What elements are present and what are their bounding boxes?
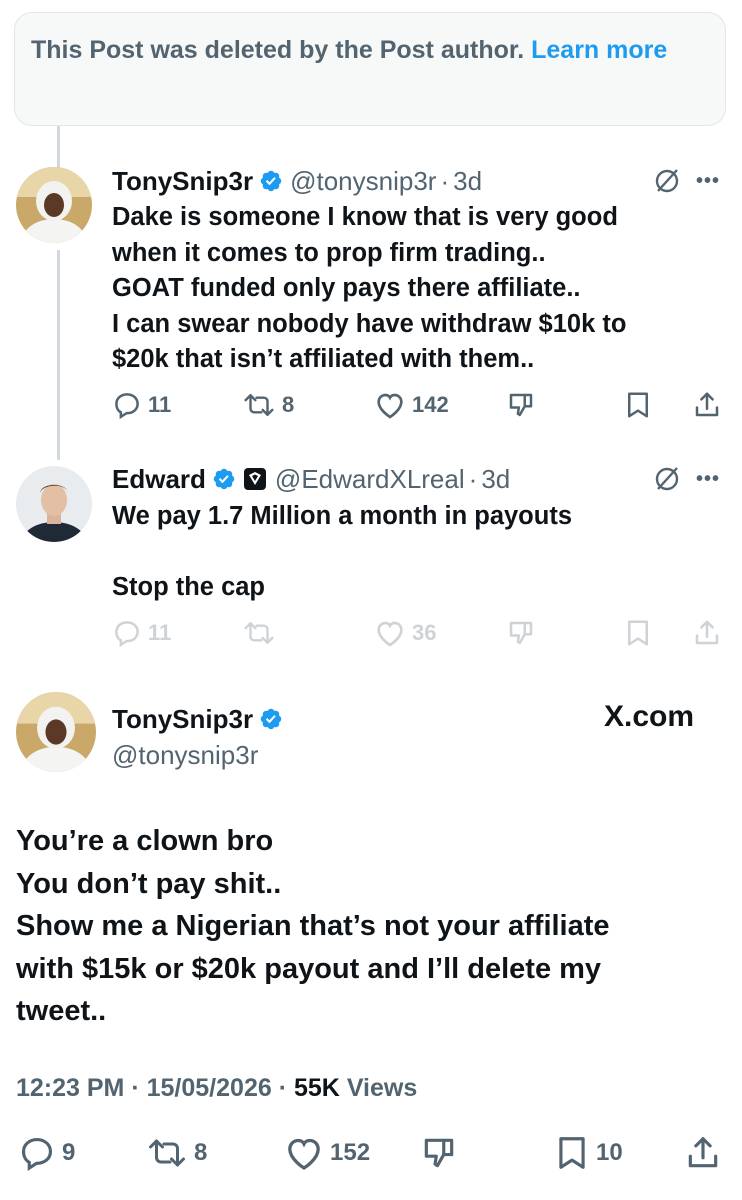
- thread-line-reply1: [57, 250, 60, 460]
- like-button[interactable]: 142: [374, 390, 449, 420]
- reply-button[interactable]: 9: [18, 1134, 75, 1172]
- downvote-button[interactable]: [420, 1134, 458, 1172]
- bookmark-count: 10: [596, 1139, 623, 1166]
- thread-line-top: [57, 126, 60, 168]
- bookmark-icon: [628, 392, 648, 418]
- avatar-tonysnip3r[interactable]: [16, 167, 92, 243]
- avatar-tonysnip3r-main[interactable]: [16, 692, 96, 772]
- reply1-body: Dake is someone I know that is very good…: [112, 203, 627, 373]
- separator-dot: ·: [468, 463, 478, 494]
- author-handle[interactable]: @tonysnip3r: [112, 740, 258, 771]
- reply1-header: TonySnip3r @tonysnip3r · 3d: [112, 164, 482, 198]
- like-count: 36: [412, 620, 437, 645]
- bookmark-button[interactable]: [624, 618, 652, 648]
- author-handle[interactable]: @tonysnip3r: [290, 166, 436, 197]
- heart-icon: [377, 621, 403, 647]
- post-time[interactable]: 3d: [481, 464, 510, 495]
- author-name[interactable]: TonySnip3r: [112, 704, 253, 735]
- repost-icon: [149, 1139, 185, 1167]
- reply-count: 11: [148, 392, 172, 417]
- main-post-header: TonySnip3r: [112, 702, 290, 736]
- post-meta: 12:23 PM · 15/05/2026 · 55K Views: [16, 1074, 417, 1103]
- bookmark-button[interactable]: 10: [554, 1134, 623, 1172]
- reply1-actions: 11 8 142: [0, 390, 742, 424]
- verified-badge-icon: [213, 468, 235, 490]
- post-date[interactable]: 15/05/2026: [147, 1074, 272, 1102]
- downvote-button[interactable]: [506, 618, 536, 648]
- repost-count: 8: [282, 392, 295, 417]
- deleted-notice-text: This Post was deleted by the Post author…: [31, 36, 525, 64]
- reply-icon: [115, 621, 139, 648]
- verified-badge-icon: [260, 170, 282, 192]
- bookmark-icon: [628, 620, 648, 646]
- verified-badge-icon: [260, 708, 282, 730]
- views-count: 55K: [293, 1074, 340, 1102]
- avatar-edward[interactable]: [16, 466, 92, 542]
- share-icon: [695, 392, 719, 417]
- deleted-post-notice: This Post was deleted by the Post author…: [14, 12, 726, 126]
- author-handle[interactable]: @EdwardXLreal: [275, 464, 465, 495]
- repost-button[interactable]: 8: [146, 1134, 207, 1172]
- repost-icon: [244, 394, 274, 416]
- bookmark-button[interactable]: [624, 390, 652, 420]
- like-button[interactable]: 36: [374, 618, 436, 648]
- downvote-icon: [509, 393, 533, 417]
- author-name[interactable]: Edward: [112, 464, 206, 495]
- heart-icon: [288, 1138, 320, 1170]
- reply-icon: [21, 1137, 53, 1171]
- share-icon: [695, 620, 719, 645]
- share-button[interactable]: [684, 1134, 722, 1172]
- more-icon[interactable]: •••: [696, 468, 720, 491]
- reply-count: 9: [62, 1139, 76, 1166]
- separator-dot: ·: [278, 1074, 294, 1102]
- share-icon: [688, 1137, 718, 1168]
- author-name[interactable]: TonySnip3r: [112, 166, 253, 197]
- repost-count: 8: [194, 1139, 208, 1166]
- learn-more-link[interactable]: Learn more: [531, 36, 667, 64]
- downvote-button[interactable]: [506, 390, 536, 420]
- share-button[interactable]: [692, 618, 722, 648]
- reply2-body: We pay 1.7 Million a month in payouts St…: [112, 502, 573, 601]
- views-label: Views: [346, 1074, 418, 1102]
- main-post-handle-row: @tonysnip3r: [112, 738, 258, 772]
- grok-icon[interactable]: [652, 166, 682, 196]
- post-time[interactable]: 3d: [453, 166, 482, 197]
- x-com-brand: X.com: [604, 700, 695, 733]
- heart-icon: [377, 393, 403, 419]
- repost-icon: [244, 622, 274, 644]
- post-time[interactable]: 12:23 PM: [16, 1074, 124, 1102]
- repost-button[interactable]: 8: [242, 390, 294, 420]
- more-icon[interactable]: •••: [696, 170, 720, 193]
- bookmark-icon: [559, 1137, 585, 1169]
- like-button[interactable]: 152: [284, 1134, 370, 1172]
- affiliate-badge-icon[interactable]: [243, 467, 267, 491]
- main-post-actions: 9 8 152 10: [0, 1130, 742, 1176]
- reply2-header: Edward @EdwardXLreal · 3d: [112, 462, 510, 496]
- separator-dot: ·: [131, 1074, 147, 1102]
- grok-icon[interactable]: [652, 464, 682, 494]
- separator-dot: ·: [440, 165, 450, 196]
- downvote-icon: [424, 1138, 454, 1168]
- reply-count: 11: [148, 620, 172, 645]
- reply-button[interactable]: 11: [112, 618, 171, 648]
- repost-button[interactable]: [242, 618, 282, 648]
- reply-icon: [115, 393, 139, 420]
- reply2-actions: 11 36: [0, 618, 742, 652]
- reply-button[interactable]: 11: [112, 390, 171, 420]
- main-post-body: You’re a clown bro You don’t pay shit.. …: [16, 825, 610, 1027]
- share-button[interactable]: [692, 390, 722, 420]
- like-count: 152: [330, 1139, 371, 1166]
- like-count: 142: [412, 392, 449, 417]
- downvote-icon: [509, 621, 533, 645]
